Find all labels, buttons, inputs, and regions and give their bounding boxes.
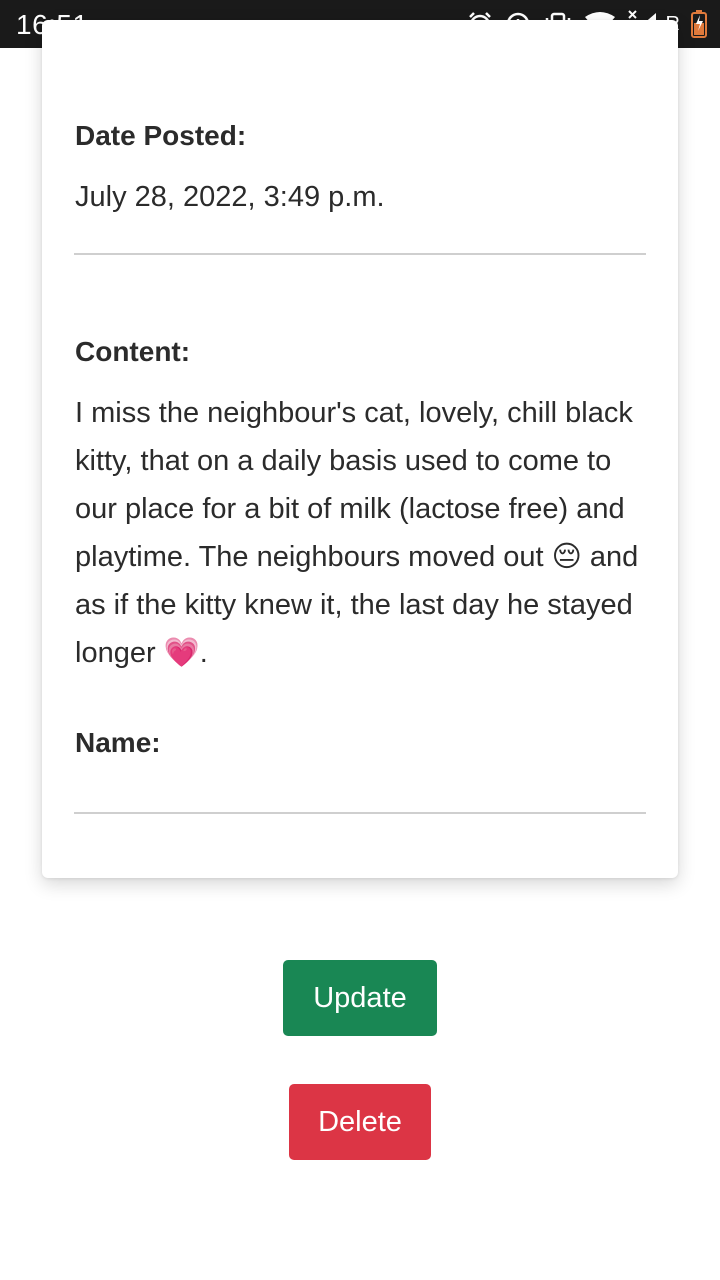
delete-button[interactable]: Delete xyxy=(289,1084,431,1160)
content-value: I miss the neighbour's cat, lovely, chil… xyxy=(75,397,639,669)
update-button[interactable]: Update xyxy=(283,960,437,1036)
divider xyxy=(74,253,646,255)
content-label: Content: xyxy=(75,336,191,367)
date-posted-value: July 28, 2022, 3:49 p.m. xyxy=(75,181,385,213)
name-label: Name: xyxy=(75,727,161,758)
divider xyxy=(74,812,646,814)
post-detail-card: Date Posted: July 28, 2022, 3:49 p.m. Co… xyxy=(42,20,678,878)
date-posted-label: Date Posted: xyxy=(75,120,247,151)
battery-icon xyxy=(690,9,708,39)
